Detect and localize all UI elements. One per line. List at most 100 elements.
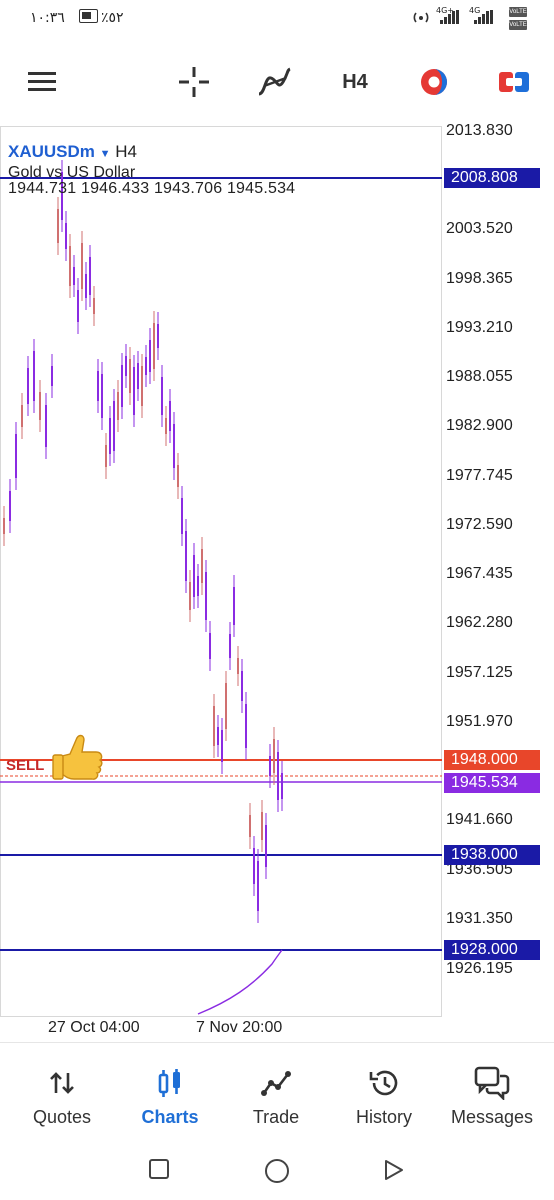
level-tag-mid[interactable]: 1938.000 [444, 845, 540, 865]
candle-body [233, 587, 235, 625]
price-axis-label: 1926.195 [446, 960, 513, 977]
date-axis-label: 27 Oct 04:00 [48, 1019, 140, 1036]
candle-body [89, 257, 91, 295]
candle-body [141, 366, 143, 406]
candle-body [145, 357, 147, 375]
nav-messages[interactable]: Messages [438, 1065, 546, 1128]
timeframe-button[interactable]: H4 [334, 62, 376, 102]
candle-body [137, 363, 139, 389]
nav-label: Trade [252, 1107, 300, 1127]
candle-body [113, 401, 115, 451]
price-chart[interactable] [0, 126, 554, 1042]
sell-order-label: SELL [6, 757, 45, 774]
hotspot-icon [412, 8, 430, 29]
candle-body [161, 377, 163, 415]
crosshair-icon [179, 67, 209, 97]
signal-icon-1 [440, 10, 459, 24]
candle-body [97, 371, 99, 401]
menu-button[interactable] [22, 62, 64, 102]
ohlc-values: 1944.731 1946.433 1943.706 1945.534 [8, 180, 296, 197]
history-icon [369, 1070, 398, 1096]
one-click-trade-button[interactable] [494, 62, 534, 102]
candle-body [261, 812, 263, 840]
candle-body [57, 209, 59, 243]
candle-body [201, 549, 203, 583]
candle-body [21, 405, 23, 427]
nav-label: Quotes [32, 1107, 92, 1127]
crosshair-button[interactable] [172, 62, 216, 102]
candle-body [217, 727, 219, 745]
battery-percent: ٪٥٢ [101, 10, 124, 26]
candle-body [153, 323, 155, 369]
home-icon [265, 1159, 289, 1183]
volte-badge-1: VoLTE [509, 7, 527, 17]
price-axis-label: 2003.520 [446, 220, 513, 237]
quotes-icon [50, 1072, 74, 1094]
candle-body [81, 243, 83, 289]
candle-body [73, 267, 75, 285]
candle-body [65, 223, 67, 249]
candle-body [205, 572, 207, 620]
candle-body [121, 365, 123, 407]
candle-body [101, 374, 103, 418]
nav-label: History [355, 1107, 412, 1127]
indicators-button[interactable] [252, 62, 296, 102]
price-axis-label: 1977.745 [446, 467, 513, 484]
chart-frame [0, 126, 442, 1017]
candle-body [249, 815, 251, 837]
chart-toolbar: H4 [0, 48, 554, 118]
one-click-trade-icon [499, 72, 529, 92]
candle-body [165, 418, 167, 434]
home-button[interactable] [264, 1158, 290, 1189]
candle-body [117, 392, 119, 420]
nav-quotes[interactable]: Quotes [8, 1065, 116, 1128]
candle-body [273, 739, 275, 773]
hamburger-icon [28, 72, 56, 91]
price-axis-label: 1962.280 [446, 614, 513, 631]
candle-body [133, 367, 135, 415]
candle-body [189, 582, 191, 610]
candle-body [181, 498, 183, 534]
level-tag-low[interactable]: 1928.000 [444, 940, 540, 960]
symbol-header[interactable]: XAUUSDm ▼ H4 [8, 142, 137, 162]
messages-icon [474, 1066, 510, 1100]
candle-body [209, 633, 211, 659]
candle-body [109, 418, 111, 454]
candle-body [149, 340, 151, 372]
candle-body [45, 405, 47, 447]
candle-body [265, 825, 267, 867]
nav-trade[interactable]: Trade [222, 1065, 330, 1128]
level-tag-top[interactable]: 2008.808 [444, 168, 540, 188]
candle-body [225, 683, 227, 729]
candle-body [129, 359, 131, 393]
back-button[interactable] [382, 1158, 406, 1187]
nav-history[interactable]: History [330, 1065, 438, 1128]
color-scheme-button[interactable] [414, 62, 454, 102]
candle-body [237, 658, 239, 674]
color-scheme-icon [421, 69, 447, 95]
candle-body [177, 465, 179, 487]
symbol-name: XAUUSDm [8, 142, 95, 161]
candle-body [93, 298, 95, 314]
nav-label: Messages [450, 1107, 534, 1127]
screen: ١٠:٣٦ ٪٥٢ 4G+ 4G VoLTE VoLTE H4 XAUUSDm … [0, 0, 554, 1200]
current-price-tag: 1945.534 [444, 773, 540, 793]
price-axis-label: 1967.435 [446, 565, 513, 582]
chart-canvas [0, 126, 442, 1017]
candle-body [51, 366, 53, 386]
candle-body [173, 424, 175, 468]
recent-apps-button[interactable] [148, 1158, 170, 1185]
candle-body [197, 576, 199, 596]
bottom-navigation: Quotes Charts Trade History Messages [0, 1042, 554, 1142]
candle-body [241, 671, 243, 701]
sell-order-tag[interactable]: 1948.000 [444, 750, 540, 770]
price-axis-label: 1998.365 [446, 270, 513, 287]
candle-body [193, 555, 195, 597]
candle-body [27, 368, 29, 404]
candle-body [33, 351, 35, 401]
price-axis-label: 1941.660 [446, 811, 513, 828]
price-axis-label: 2013.830 [446, 122, 513, 139]
candle-body [185, 531, 187, 581]
nav-charts[interactable]: Charts [116, 1065, 224, 1128]
candle-body [9, 491, 11, 521]
